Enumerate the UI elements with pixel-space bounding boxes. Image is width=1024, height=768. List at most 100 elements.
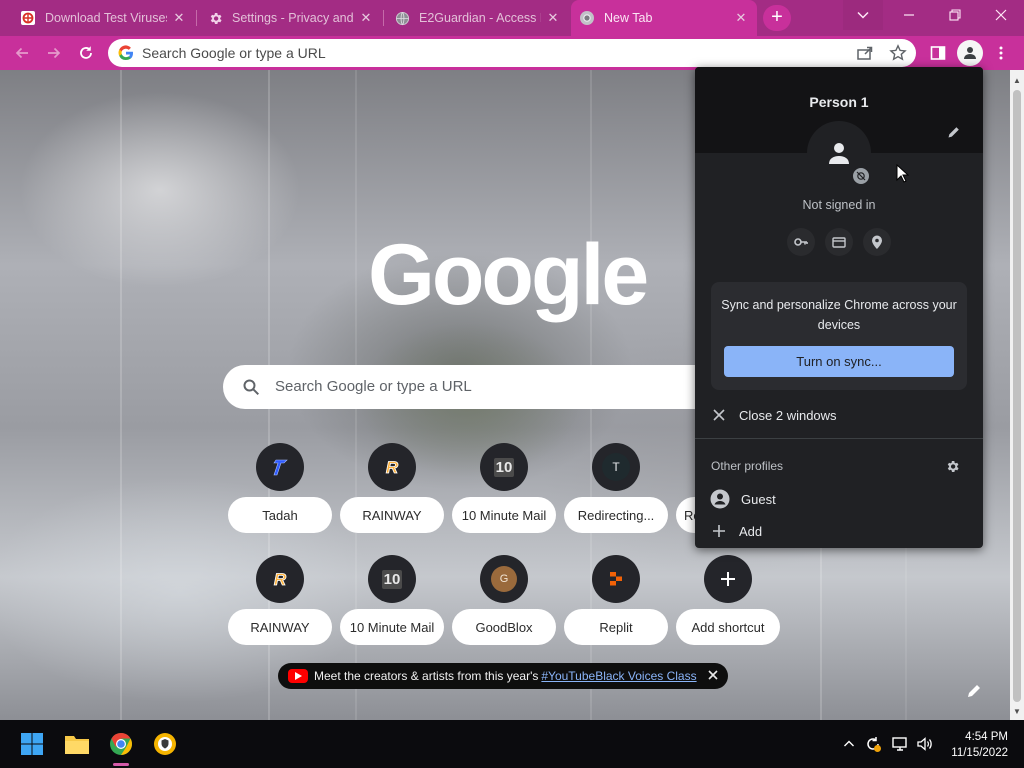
- shortcut-replit[interactable]: Replit: [564, 609, 668, 645]
- turn-on-sync-button[interactable]: Turn on sync...: [724, 346, 954, 377]
- network-monitor-icon[interactable]: [890, 734, 910, 754]
- tadah-icon[interactable]: [256, 443, 304, 491]
- letter-t-icon[interactable]: T: [592, 443, 640, 491]
- tab-title: New Tab: [604, 11, 653, 25]
- shortcut-rainway[interactable]: RAINWAY: [340, 497, 444, 533]
- passwords-key-icon[interactable]: [787, 228, 815, 256]
- volume-speaker-icon[interactable]: [915, 734, 935, 754]
- plus-icon[interactable]: [704, 555, 752, 603]
- rainway-icon[interactable]: R: [368, 443, 416, 491]
- tab-title: Settings - Privacy and: [232, 11, 354, 25]
- tab-e2guardian[interactable]: E2Guardian - Access D ✕: [386, 3, 569, 33]
- close-icon: [710, 406, 728, 424]
- virus-site-icon: [20, 10, 36, 26]
- close-tab-icon[interactable]: ✕: [358, 10, 374, 26]
- person-icon: [829, 143, 849, 164]
- start-windows-icon[interactable]: [16, 728, 48, 760]
- svg-text:R: R: [274, 570, 287, 589]
- close-icon[interactable]: [706, 668, 720, 685]
- tab-download-test-viruses[interactable]: Download Test Viruses ✕: [12, 3, 195, 33]
- globe-icon: [394, 10, 410, 26]
- edit-profile-pencil-icon[interactable]: [945, 123, 963, 141]
- back-arrow-icon: [15, 47, 28, 59]
- close-tab-icon[interactable]: ✕: [171, 10, 187, 26]
- shortcut-10-minute-mail[interactable]: 10 Minute Mail: [340, 609, 444, 645]
- chevron-down-icon: [857, 11, 869, 19]
- side-panel-icon: [930, 46, 946, 60]
- search-icon: [242, 378, 260, 401]
- side-panel-button[interactable]: [925, 40, 951, 66]
- replit-icon[interactable]: [592, 555, 640, 603]
- ten-minute-mail-icon[interactable]: 10: [368, 555, 416, 603]
- customize-chrome-button[interactable]: [963, 680, 985, 702]
- ten-minute-mail-icon[interactable]: 10: [480, 443, 528, 491]
- close-tab-icon[interactable]: ✕: [545, 10, 561, 26]
- add-profile-row[interactable]: Add: [695, 515, 983, 547]
- update-sync-icon[interactable]: [863, 734, 883, 754]
- shortcut-redirecting[interactable]: Redirecting...: [564, 497, 668, 533]
- close-window-button[interactable]: [978, 0, 1024, 30]
- restore-button[interactable]: [932, 0, 978, 30]
- promo-text: Meet the creators & artists from this ye…: [314, 669, 539, 683]
- address-bar[interactable]: Search Google or type a URL: [108, 39, 916, 67]
- sync-off-badge-icon: [851, 166, 871, 186]
- vpn-shield-icon[interactable]: [149, 728, 181, 760]
- system-clock[interactable]: 4:54 PM 11/15/2022: [944, 729, 1008, 761]
- bookmark-star-icon[interactable]: [889, 44, 907, 67]
- addresses-pin-icon[interactable]: [863, 228, 891, 256]
- menu-divider: [695, 438, 983, 439]
- reload-button[interactable]: [73, 40, 99, 66]
- shortcut-tadah[interactable]: Tadah: [228, 497, 332, 533]
- tab-new-tab[interactable]: New Tab ✕: [571, 0, 757, 36]
- tab-strip: Download Test Viruses ✕ Settings - Priva…: [0, 0, 1024, 36]
- forward-arrow-icon: [48, 47, 61, 59]
- google-g-icon: [118, 45, 134, 66]
- tab-search-button[interactable]: [843, 0, 883, 30]
- close-windows-label: Close 2 windows: [739, 407, 837, 423]
- chrome-menu-button[interactable]: [988, 40, 1014, 66]
- scrollbar-thumb[interactable]: [1013, 90, 1021, 702]
- minimize-button[interactable]: [886, 0, 932, 30]
- rainway-icon[interactable]: R: [256, 555, 304, 603]
- youtube-icon: [288, 669, 308, 683]
- ten-minute-mail-glyph: 10: [493, 457, 515, 477]
- scroll-down-arrow[interactable]: ▼: [1010, 703, 1024, 719]
- back-button[interactable]: [9, 40, 35, 66]
- guest-profile-row[interactable]: Guest: [695, 483, 983, 515]
- promo-link[interactable]: #YouTubeBlack Voices Class: [541, 669, 696, 683]
- address-bar-placeholder: Search Google or type a URL: [142, 45, 326, 61]
- profile-button[interactable]: [957, 40, 983, 66]
- kebab-menu-icon: [999, 46, 1003, 60]
- ten-minute-mail-glyph: 10: [381, 569, 403, 589]
- chrome-taskbar-icon[interactable]: [105, 728, 137, 760]
- manage-profiles-gear-icon[interactable]: [943, 457, 961, 475]
- close-icon: [995, 9, 1007, 21]
- scroll-up-arrow[interactable]: ▲: [1010, 72, 1024, 88]
- new-tab-button[interactable]: +: [763, 5, 791, 31]
- page-scrollbar[interactable]: ▲ ▼: [1010, 70, 1024, 720]
- pencil-icon: [968, 685, 980, 697]
- guest-avatar-icon: [710, 489, 730, 509]
- taskbar: 4:54 PM 11/15/2022: [0, 720, 1024, 768]
- tab-title: E2Guardian - Access D: [419, 11, 541, 25]
- shortcut-letter: G: [491, 566, 517, 592]
- close-windows-row[interactable]: Close 2 windows: [695, 399, 983, 431]
- letter-g-icon[interactable]: G: [480, 555, 528, 603]
- tab-settings-privacy[interactable]: Settings - Privacy and ✕: [199, 3, 382, 33]
- shortcut-goodblox[interactable]: GoodBlox: [452, 609, 556, 645]
- shortcut-rainway[interactable]: RAINWAY: [228, 609, 332, 645]
- shortcut-add[interactable]: Add shortcut: [676, 609, 780, 645]
- sign-in-status: Not signed in: [802, 198, 876, 212]
- share-icon[interactable]: [856, 44, 874, 67]
- forward-button[interactable]: [41, 40, 67, 66]
- clock-date: 11/15/2022: [951, 747, 1008, 759]
- shortcut-10-minute-mail[interactable]: 10 Minute Mail: [452, 497, 556, 533]
- payment-card-icon[interactable]: [825, 228, 853, 256]
- promo-banner: Meet the creators & artists from this ye…: [278, 663, 728, 689]
- close-tab-icon[interactable]: ✕: [733, 10, 749, 26]
- show-hidden-icons-chevron-icon[interactable]: [839, 734, 859, 754]
- profile-menu: Person 1 Not signed in Sync and personal…: [695, 67, 983, 548]
- person-icon: [964, 47, 976, 59]
- sync-promo-card: Sync and personalize Chrome across your …: [711, 282, 967, 390]
- file-explorer-icon[interactable]: [61, 728, 93, 760]
